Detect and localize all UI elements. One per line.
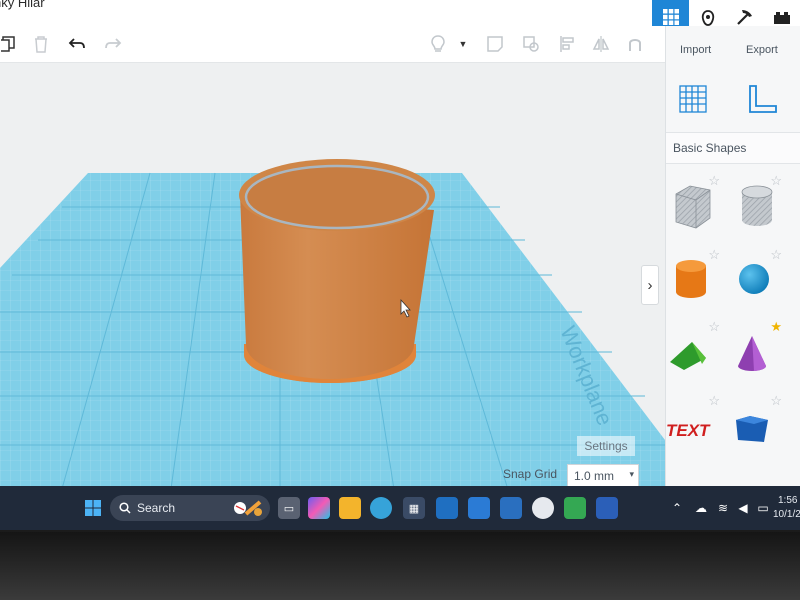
panel-collapse-button[interactable]: › — [641, 265, 659, 305]
brick-icon — [773, 12, 790, 24]
wifi-icon: ≋ — [717, 501, 729, 515]
redo-button[interactable] — [102, 32, 124, 56]
file-explorer-button[interactable] — [339, 497, 361, 519]
star-icon: ☆ — [770, 393, 782, 408]
app-button[interactable] — [532, 497, 554, 519]
design-title[interactable]: nky Hilar — [0, 0, 45, 10]
wifi-button[interactable]: ≋ — [712, 497, 734, 519]
workplane-icon — [679, 85, 707, 113]
shape-cylinder[interactable]: ☆ — [666, 246, 728, 312]
copy-icon — [1, 36, 15, 52]
workplane-tool-button[interactable] — [678, 84, 708, 114]
mirror-button[interactable] — [590, 32, 612, 56]
star-icon: ☆ — [708, 173, 720, 188]
copy-button[interactable] — [0, 32, 18, 56]
chevron-down-icon: ▼ — [458, 39, 468, 49]
outlook-button[interactable] — [500, 497, 522, 519]
snap-grid-value: 1.0 mm — [574, 469, 615, 483]
shapes-library-title: Basic Shapes — [673, 141, 747, 155]
shape-cylinder-striped[interactable]: ☆ — [728, 172, 790, 238]
redo-icon — [105, 38, 122, 49]
tray-overflow-button[interactable]: ⌃ — [666, 497, 688, 519]
c-app-button[interactable] — [468, 497, 490, 519]
star-icon: ☆ — [770, 173, 782, 188]
import-button[interactable]: Import — [680, 44, 711, 56]
shape-box[interactable]: ☆ — [728, 392, 790, 458]
chevron-down-icon: ▾ — [629, 469, 634, 479]
align-icon — [560, 36, 574, 52]
store-icon: ▦ — [408, 502, 420, 515]
lightbulb-icon — [431, 35, 445, 52]
ruler-icon — [749, 85, 777, 113]
clock-time[interactable]: 1:56 — [778, 495, 797, 506]
search-placeholder: Search — [137, 501, 176, 515]
group-button[interactable] — [520, 32, 542, 56]
onedrive-button[interactable]: ☁ — [690, 497, 712, 519]
grid-icon — [662, 9, 679, 25]
chevron-up-icon: ⌃ — [671, 501, 683, 515]
snap-grid-label: Snap Grid — [503, 467, 558, 481]
clock-date[interactable]: 10/1/2 — [773, 509, 800, 520]
cup-object[interactable] — [239, 159, 435, 383]
cruise-button[interactable] — [624, 32, 646, 56]
note-icon — [487, 36, 503, 52]
search-highlight-icon — [234, 500, 262, 516]
light-button[interactable] — [428, 32, 448, 56]
volume-button[interactable]: ◀ — [732, 497, 754, 519]
ruler-tool-button[interactable] — [746, 82, 780, 116]
battery-button[interactable]: ▭ — [752, 497, 774, 519]
right-panel: Import Export Basic Shapes ☆ ☆ ☆ ☆ ☆ ★ ☆… — [665, 26, 800, 496]
group-icon — [523, 36, 539, 52]
pickaxe-icon — [736, 10, 752, 25]
start-button[interactable] — [82, 497, 104, 519]
mirror-icon — [592, 36, 610, 52]
laptop-bezel — [0, 532, 800, 600]
star-icon: ☆ — [770, 247, 782, 262]
search-icon — [119, 502, 131, 514]
shape-text[interactable]: ☆ TEXT — [666, 392, 728, 458]
shapes-library-header[interactable]: Basic Shapes — [666, 132, 800, 164]
screen: Workplane nky Hilar — [0, 0, 800, 530]
cloud-icon: ☁ — [695, 501, 707, 515]
trash-icon — [35, 36, 47, 53]
edge-button[interactable] — [370, 497, 392, 519]
light-dropdown[interactable]: ▼ — [456, 32, 470, 56]
magnet-icon — [629, 39, 641, 51]
snap-grid-select[interactable]: 1.0 mm ▾ — [567, 464, 639, 488]
delete-button[interactable] — [30, 32, 52, 56]
align-button[interactable] — [556, 32, 578, 56]
taskbar: Search ▭ ▦ ⌃ ☁ ≋ ◀ ▭ 1:56 10/1/2 — [0, 486, 800, 530]
speaker-muted-icon: ◀ — [738, 501, 748, 515]
battery-icon: ▭ — [757, 501, 769, 515]
store-button[interactable]: ▦ — [403, 497, 425, 519]
copilot-button[interactable] — [308, 497, 330, 519]
chevron-right-icon: › — [647, 276, 653, 294]
text-shape-label: TEXT — [666, 421, 711, 440]
export-button[interactable]: Export — [746, 44, 778, 56]
shape-roof[interactable]: ☆ — [666, 318, 728, 384]
undo-button[interactable] — [66, 32, 88, 56]
dell-button[interactable] — [436, 497, 458, 519]
windows-logo-icon — [85, 500, 101, 516]
green-app-button[interactable] — [564, 497, 586, 519]
settings-button[interactable]: Settings — [577, 436, 635, 456]
hand-icon — [701, 10, 714, 26]
task-view-button[interactable]: ▭ — [278, 497, 300, 519]
star-icon: ☆ — [708, 393, 720, 408]
shape-sphere[interactable]: ☆ — [728, 246, 790, 312]
shape-cone[interactable]: ★ — [728, 318, 790, 384]
star-icon: ★ — [770, 319, 782, 334]
shape-button[interactable] — [484, 32, 506, 56]
star-icon: ☆ — [708, 319, 720, 334]
toolbar: ▼ — [0, 26, 665, 63]
star-icon: ☆ — [708, 247, 720, 262]
undo-icon — [68, 38, 85, 49]
shape-box-striped[interactable]: ☆ — [666, 172, 728, 238]
task-view-icon: ▭ — [283, 502, 295, 515]
3d-viewport[interactable]: Workplane — [0, 62, 665, 496]
word-button[interactable] — [596, 497, 618, 519]
taskbar-search[interactable]: Search — [110, 495, 270, 521]
